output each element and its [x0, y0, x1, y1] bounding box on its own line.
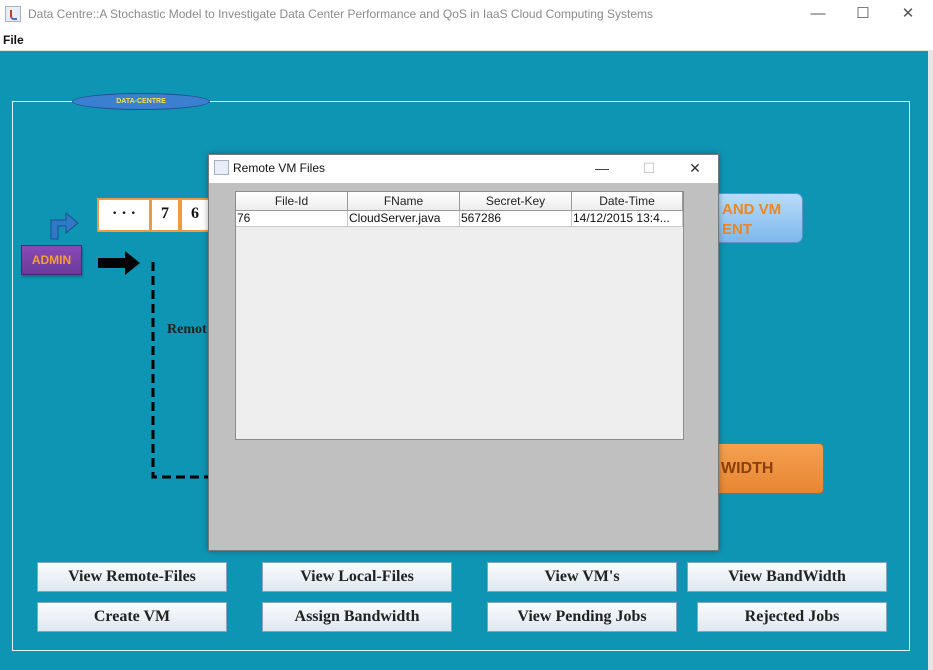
view-bandwidth-button[interactable]: View BandWidth — [687, 562, 887, 592]
dialog-minimize-button[interactable]: — — [579, 155, 625, 183]
create-vm-button[interactable]: Create VM — [37, 602, 227, 632]
close-button[interactable]: ✕ — [885, 0, 931, 30]
minimize-button[interactable]: — — [795, 0, 841, 30]
column-header-fname[interactable]: FName — [348, 192, 460, 211]
view-vms-button[interactable]: View VM's — [487, 562, 677, 592]
java-app-icon — [5, 6, 21, 22]
column-header-date-time[interactable]: Date-Time — [572, 192, 683, 211]
rejected-jobs-button[interactable]: Rejected Jobs — [697, 602, 887, 632]
arrow-right-icon — [98, 251, 140, 275]
java-app-icon — [214, 160, 229, 175]
column-header-secret-key[interactable]: Secret-Key — [460, 192, 572, 211]
dialog-title: Remote VM Files — [233, 161, 326, 175]
column-header-file-id[interactable]: File-Id — [236, 192, 348, 211]
window-edge — [928, 51, 933, 670]
menu-bar: File — [0, 30, 933, 51]
pipeline-box: · · · — [97, 198, 151, 232]
view-remote-files-button[interactable]: View Remote-Files — [37, 562, 227, 592]
frame-title-badge: DATA-CENTRE — [72, 93, 210, 110]
view-local-files-button[interactable]: View Local-Files — [262, 562, 452, 592]
table-cell-date-time[interactable]: 14/12/2015 13:4... — [572, 211, 683, 227]
pipeline-box: 6 — [180, 198, 210, 232]
turn-arrow-icon — [50, 211, 79, 240]
window-title-bar: Data Centre::A Stochastic Model to Inves… — [0, 0, 933, 30]
admin-node[interactable]: ADMIN — [21, 245, 82, 275]
table-row[interactable]: 76 CloudServer.java 567286 14/12/2015 13… — [236, 211, 683, 227]
remote-vm-files-dialog: Remote VM Files — ☐ ✕ File-Id FName Secr… — [208, 154, 719, 551]
pipeline-box: 7 — [150, 198, 180, 232]
table-cell-secret-key[interactable]: 567286 — [460, 211, 572, 227]
dialog-close-button[interactable]: ✕ — [672, 155, 718, 183]
table-header: File-Id FName Secret-Key Date-Time — [236, 192, 683, 211]
window-title: Data Centre::A Stochastic Model to Inves… — [28, 7, 653, 21]
dialog-title-bar: Remote VM Files — ☐ ✕ — [209, 155, 718, 183]
assign-bandwidth-button[interactable]: Assign Bandwidth — [262, 602, 452, 632]
table-cell-fname[interactable]: CloudServer.java — [348, 211, 460, 227]
dialog-maximize-button[interactable]: ☐ — [626, 155, 672, 183]
menu-file[interactable]: File — [3, 33, 24, 47]
view-pending-jobs-button[interactable]: View Pending Jobs — [487, 602, 677, 632]
table-cell-file-id[interactable]: 76 — [236, 211, 348, 227]
maximize-button[interactable]: ☐ — [840, 0, 886, 30]
remote-files-table[interactable]: File-Id FName Secret-Key Date-Time 76 Cl… — [235, 191, 684, 440]
remote-label: Remot — [167, 322, 207, 337]
